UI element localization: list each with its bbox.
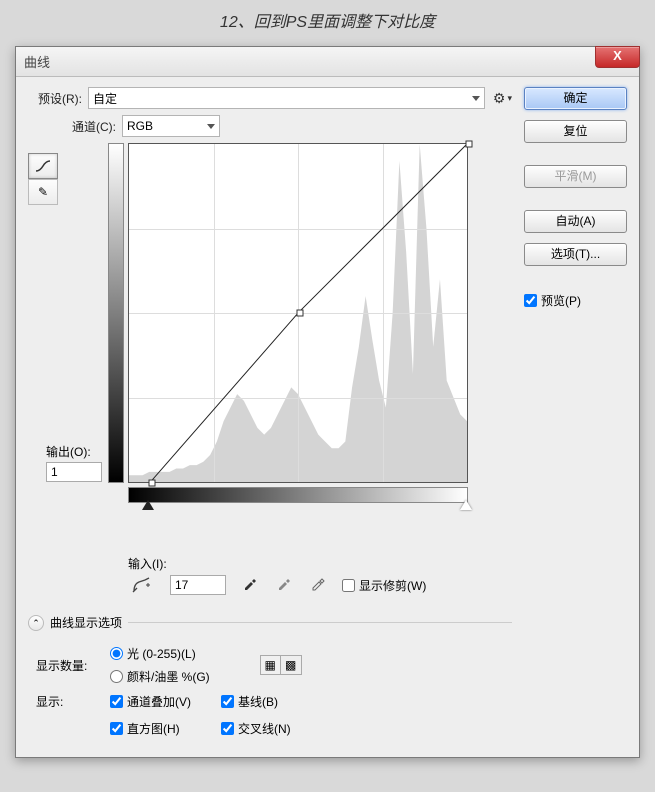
baseline-checkbox[interactable]: 基线(B) xyxy=(221,693,291,710)
curves-graph-area: ✎ xyxy=(28,143,512,543)
grid-small-icon[interactable]: ▩ xyxy=(281,656,301,674)
reset-button[interactable]: 复位 xyxy=(524,120,627,143)
curve-point[interactable] xyxy=(466,141,473,148)
channel-overlay-checkbox[interactable]: 通道叠加(V) xyxy=(110,693,191,710)
intersection-checkbox[interactable]: 交叉线(N) xyxy=(221,720,291,737)
pigment-radio[interactable]: 颜料/油墨 %(G) xyxy=(110,668,210,685)
titlebar: 曲线 X xyxy=(16,47,639,77)
output-gradient xyxy=(108,143,124,483)
preset-dropdown[interactable]: 自定 xyxy=(88,87,485,109)
ok-button[interactable]: 确定 xyxy=(524,87,627,110)
eyedropper-gray-icon[interactable] xyxy=(274,575,294,596)
disclosure-label: 曲线显示选项 xyxy=(50,614,122,631)
channel-value: RGB xyxy=(127,119,153,133)
curve-icon xyxy=(35,159,51,173)
white-point-slider[interactable] xyxy=(460,500,472,510)
auto-button[interactable]: 自动(A) xyxy=(524,210,627,233)
input-gradient xyxy=(128,487,468,503)
channel-label: 通道(C): xyxy=(72,118,116,135)
page-caption: 12、回到PS里面调整下对比度 xyxy=(0,0,655,46)
gear-icon[interactable]: ⚙ xyxy=(493,90,506,107)
light-radio[interactable]: 光 (0-255)(L) xyxy=(110,645,210,662)
show-clipping-label: 显示修剪(W) xyxy=(359,577,426,594)
disclosure-toggle[interactable]: ⌃ xyxy=(28,615,44,631)
display-qty-label: 显示数量: xyxy=(36,657,100,674)
input-label: 输入(I): xyxy=(128,555,512,572)
grid-size-toggle[interactable]: ▦ ▩ xyxy=(260,655,302,675)
close-button[interactable]: X xyxy=(595,46,640,68)
pencil-icon: ✎ xyxy=(38,185,48,199)
black-point-slider[interactable] xyxy=(142,500,154,510)
eyedropper-black-icon[interactable] xyxy=(240,575,260,596)
target-adjust-tool[interactable] xyxy=(128,574,156,596)
curve-point[interactable] xyxy=(148,479,155,486)
eyedropper-white-icon[interactable] xyxy=(308,575,328,596)
smooth-button: 平滑(M) xyxy=(524,165,627,188)
chevron-down-icon xyxy=(207,124,215,129)
window-title: 曲线 xyxy=(24,52,50,71)
pigment-radio-label: 颜料/油墨 %(G) xyxy=(127,668,210,685)
chevron-down-icon xyxy=(472,96,480,101)
preset-label: 预设(R): xyxy=(28,90,82,107)
curves-dialog: 曲线 X 预设(R): 自定 ⚙ ▾ 通道(C): RGB xyxy=(15,46,640,758)
grid-large-icon[interactable]: ▦ xyxy=(261,656,281,674)
channel-dropdown[interactable]: RGB xyxy=(122,115,220,137)
output-input[interactable] xyxy=(46,462,102,482)
light-radio-label: 光 (0-255)(L) xyxy=(127,645,196,662)
preview-label: 预览(P) xyxy=(541,292,581,309)
pencil-tool[interactable]: ✎ xyxy=(28,179,58,205)
input-value-input[interactable] xyxy=(170,575,226,595)
show-clipping-checkbox[interactable]: 显示修剪(W) xyxy=(342,577,426,594)
preset-value: 自定 xyxy=(93,90,117,107)
output-label: 输出(O): xyxy=(46,443,102,460)
curve-point[interactable] xyxy=(296,310,303,317)
curve-graph[interactable] xyxy=(128,143,468,483)
histogram-checkbox[interactable]: 直方图(H) xyxy=(110,720,191,737)
curve-point-tool[interactable] xyxy=(28,153,58,179)
options-button[interactable]: 选项(T)... xyxy=(524,243,627,266)
divider xyxy=(128,622,512,623)
preview-checkbox[interactable]: 预览(P) xyxy=(524,292,581,309)
show-label: 显示: xyxy=(36,693,100,710)
